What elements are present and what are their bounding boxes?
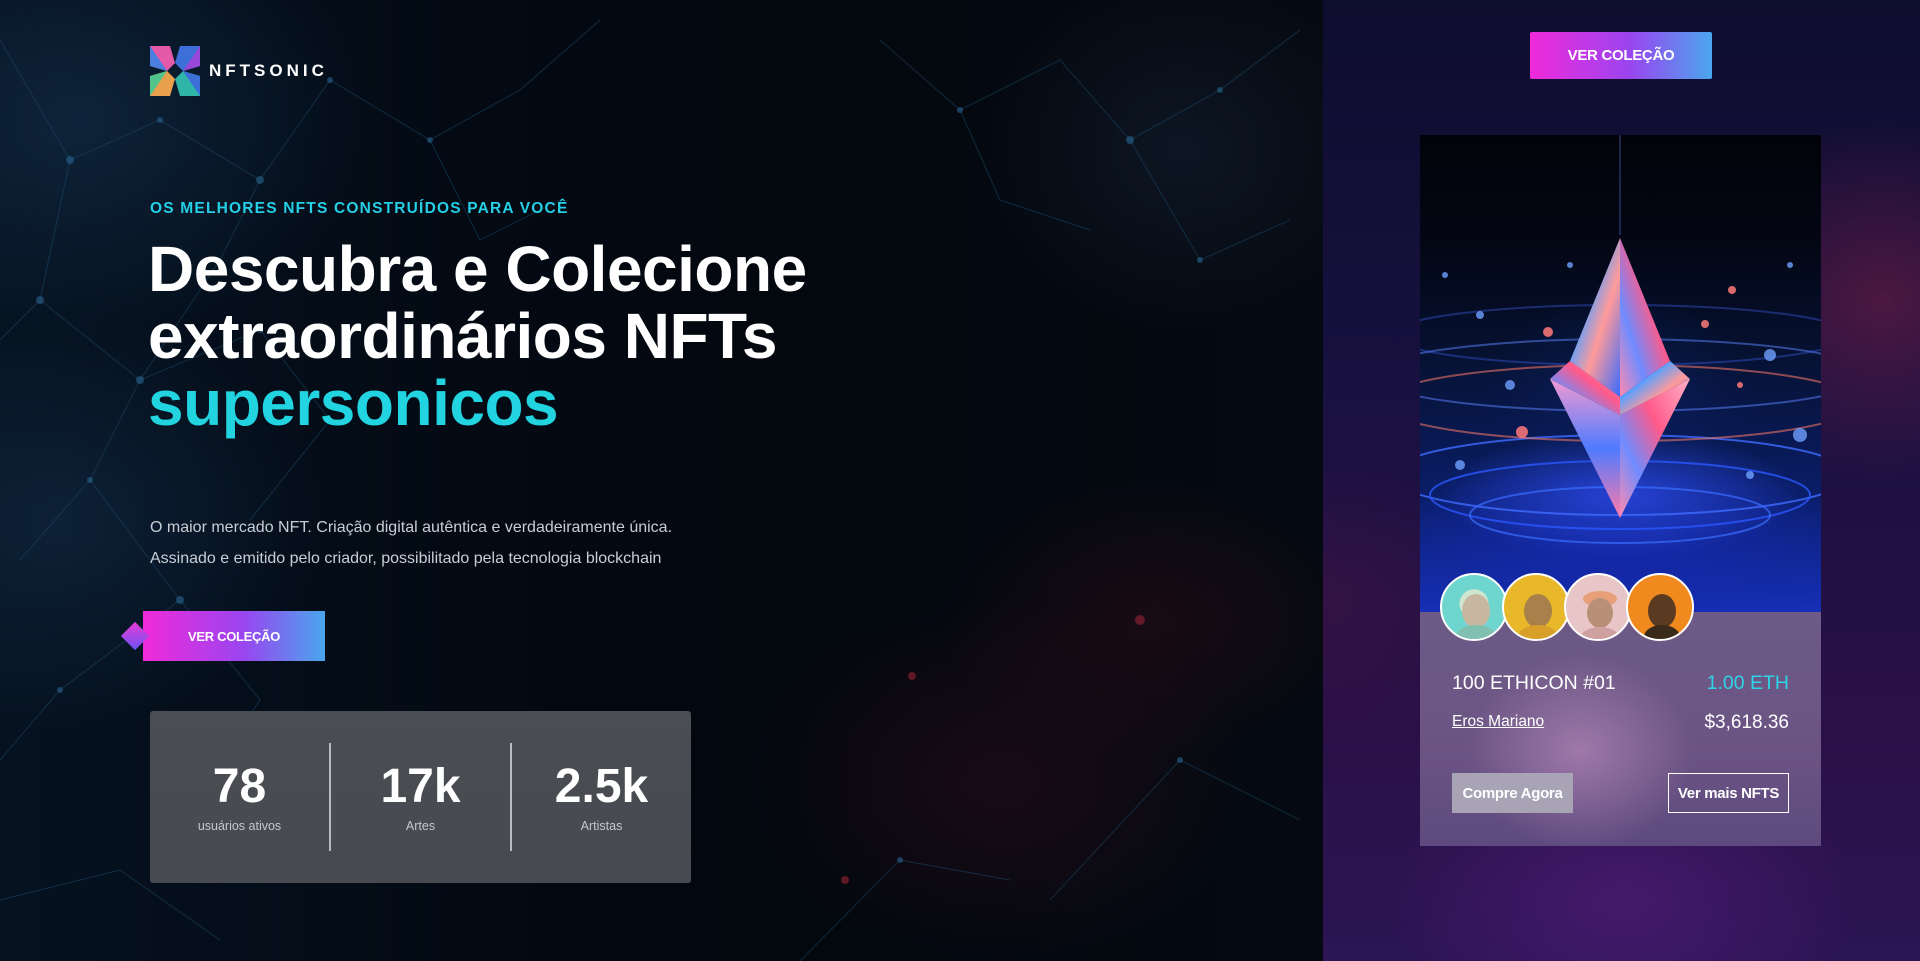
hero-cta-group: VER COLEÇÃO <box>120 611 325 661</box>
nft-price-usd: $3,618.36 <box>1704 712 1789 733</box>
avatar-ape-teal[interactable] <box>1440 573 1508 641</box>
avatar-ape-pink[interactable] <box>1564 573 1632 641</box>
headline-line-2: extraordinários NFTs <box>148 300 777 372</box>
ethereum-crystal-art[interactable] <box>1420 135 1821 612</box>
stat-artworks: 17k Artes <box>331 711 510 883</box>
nft-price-eth: 1.00 ETH <box>1706 672 1789 694</box>
brand-name: NFTSONIC <box>209 61 328 80</box>
stat-value: 78 <box>212 760 267 813</box>
brand-logo[interactable]: NFTSONIC <box>150 46 328 96</box>
stat-label: Artes <box>405 819 436 833</box>
stat-label: usuários ativos <box>197 819 282 833</box>
nftsonic-logo-icon <box>150 46 200 96</box>
stat-active-users: 78 usuários ativos <box>150 711 329 883</box>
stat-value: 2.5k <box>554 760 649 813</box>
stat-value: 17k <box>380 760 461 813</box>
hero-view-collection-button[interactable]: VER COLEÇÃO <box>143 611 325 661</box>
header-view-collection-button[interactable]: VER COLEÇÃO <box>1530 32 1712 79</box>
stat-label: Artistas <box>580 819 623 833</box>
avatar-ape-orange[interactable] <box>1626 573 1694 641</box>
hero-headline: Descubra e Colecione extraordinários NFT… <box>148 236 807 437</box>
headline-line-1: Descubra e Colecione <box>148 233 807 305</box>
nft-card[interactable]: 100 ETHICON #01 1.00 ETH Eros Mariano $3… <box>1420 135 1821 846</box>
description-line-1: O maior mercado NFT. Criação digital aut… <box>150 519 673 536</box>
stat-artists: 2.5k Artistas <box>512 711 691 883</box>
hero-description: O maior mercado NFT. Criação digital aut… <box>150 512 850 574</box>
avatar-ape-yellow[interactable] <box>1502 573 1570 641</box>
nft-owner-link[interactable]: Eros Mariano <box>1452 713 1544 731</box>
collector-avatars <box>1440 573 1694 641</box>
buy-now-button[interactable]: Compre Agora <box>1452 773 1573 813</box>
description-line-2: Assinado e emitido pelo criador, possibi… <box>150 550 662 567</box>
hero-eyebrow: OS MELHORES NFTS CONSTRUÍDOS PARA VOCÊ <box>150 200 569 217</box>
headline-accent: supersonicos <box>148 367 559 439</box>
nft-title: 100 ETHICON #01 <box>1452 672 1616 694</box>
view-more-nfts-button[interactable]: Ver mais NFTS <box>1668 773 1789 813</box>
stats-panel: 78 usuários ativos 17k Artes 2.5k Artist… <box>150 711 691 883</box>
